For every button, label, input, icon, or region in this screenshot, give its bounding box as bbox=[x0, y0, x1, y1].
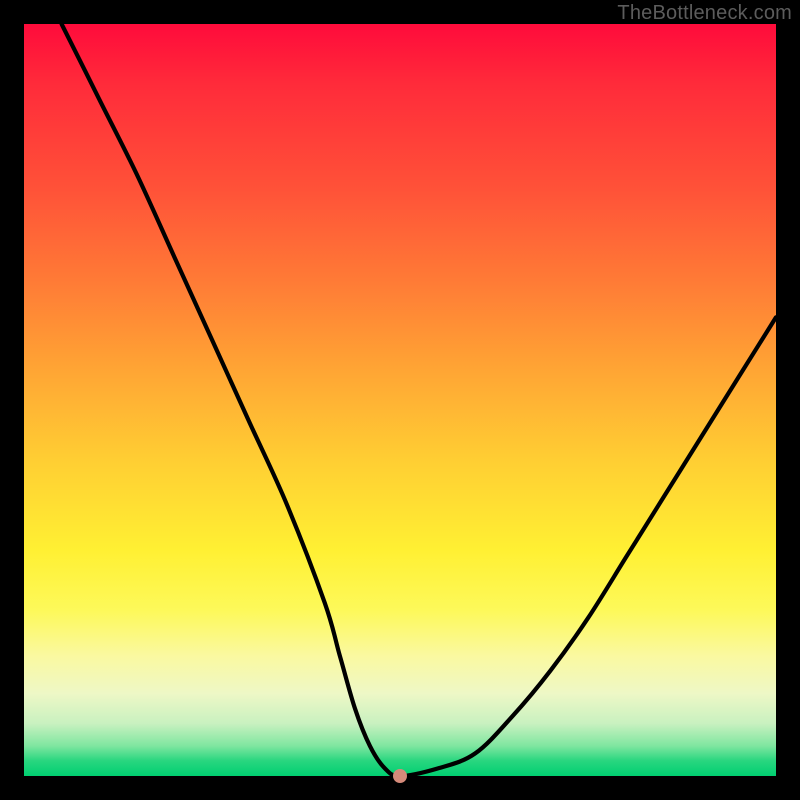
optimal-point-marker bbox=[393, 769, 407, 783]
watermark-text: TheBottleneck.com bbox=[617, 2, 792, 25]
plot-area bbox=[24, 24, 776, 776]
chart-frame: TheBottleneck.com bbox=[0, 0, 800, 800]
bottleneck-curve bbox=[24, 24, 776, 776]
